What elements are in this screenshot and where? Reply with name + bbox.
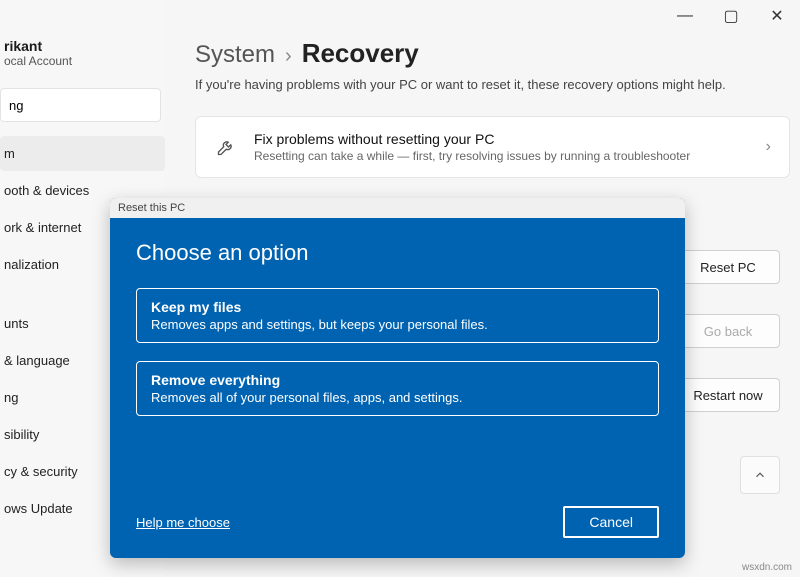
- page-title: Recovery: [302, 38, 419, 69]
- dialog-titlebar: Reset this PC: [110, 198, 685, 218]
- cancel-button[interactable]: Cancel: [563, 506, 659, 538]
- reset-pc-button[interactable]: Reset PC: [676, 250, 780, 284]
- fix-card-desc: Resetting can take a while — first, try …: [254, 149, 750, 163]
- search-input[interactable]: [9, 98, 185, 113]
- page-subtitle: If you're having problems with your PC o…: [195, 77, 790, 92]
- fix-problems-card[interactable]: Fix problems without resetting your PC R…: [195, 116, 790, 178]
- restart-now-button[interactable]: Restart now: [676, 378, 780, 412]
- chevron-right-icon: ›: [285, 45, 292, 68]
- wrench-icon: [214, 137, 238, 157]
- help-me-choose-link[interactable]: Help me choose: [136, 515, 230, 530]
- minimize-button[interactable]: —: [662, 0, 708, 32]
- user-account-type: ocal Account: [4, 54, 161, 68]
- reset-pc-dialog: Reset this PC Choose an option Keep my f…: [110, 198, 685, 558]
- fix-card-title: Fix problems without resetting your PC: [254, 131, 750, 147]
- chevron-right-icon: ›: [766, 138, 771, 156]
- option-keep-files-desc: Removes apps and settings, but keeps you…: [151, 317, 644, 332]
- user-name: rikant: [4, 38, 161, 54]
- sidebar-item-system[interactable]: m: [0, 136, 165, 171]
- watermark: wsxdn.com: [742, 562, 792, 573]
- option-remove-everything-desc: Removes all of your personal files, apps…: [151, 390, 644, 405]
- close-button[interactable]: ✕: [754, 0, 800, 32]
- maximize-button[interactable]: ▢: [708, 0, 754, 32]
- dialog-heading: Choose an option: [136, 240, 659, 266]
- option-remove-everything-title: Remove everything: [151, 372, 644, 388]
- option-keep-files[interactable]: Keep my files Removes apps and settings,…: [136, 288, 659, 343]
- go-back-button[interactable]: Go back: [676, 314, 780, 348]
- expand-toggle[interactable]: [740, 456, 780, 494]
- breadcrumb: System › Recovery: [195, 38, 790, 69]
- main-content: System › Recovery If you're having probl…: [195, 38, 790, 178]
- option-remove-everything[interactable]: Remove everything Removes all of your pe…: [136, 361, 659, 416]
- breadcrumb-system[interactable]: System: [195, 41, 275, 69]
- user-block: rikant ocal Account: [0, 38, 165, 80]
- window-controls: — ▢ ✕: [662, 0, 800, 32]
- option-keep-files-title: Keep my files: [151, 299, 644, 315]
- search-box[interactable]: [0, 88, 161, 122]
- action-buttons-column: Reset PC Go back Restart now: [676, 250, 780, 412]
- chevron-up-icon: [753, 468, 767, 482]
